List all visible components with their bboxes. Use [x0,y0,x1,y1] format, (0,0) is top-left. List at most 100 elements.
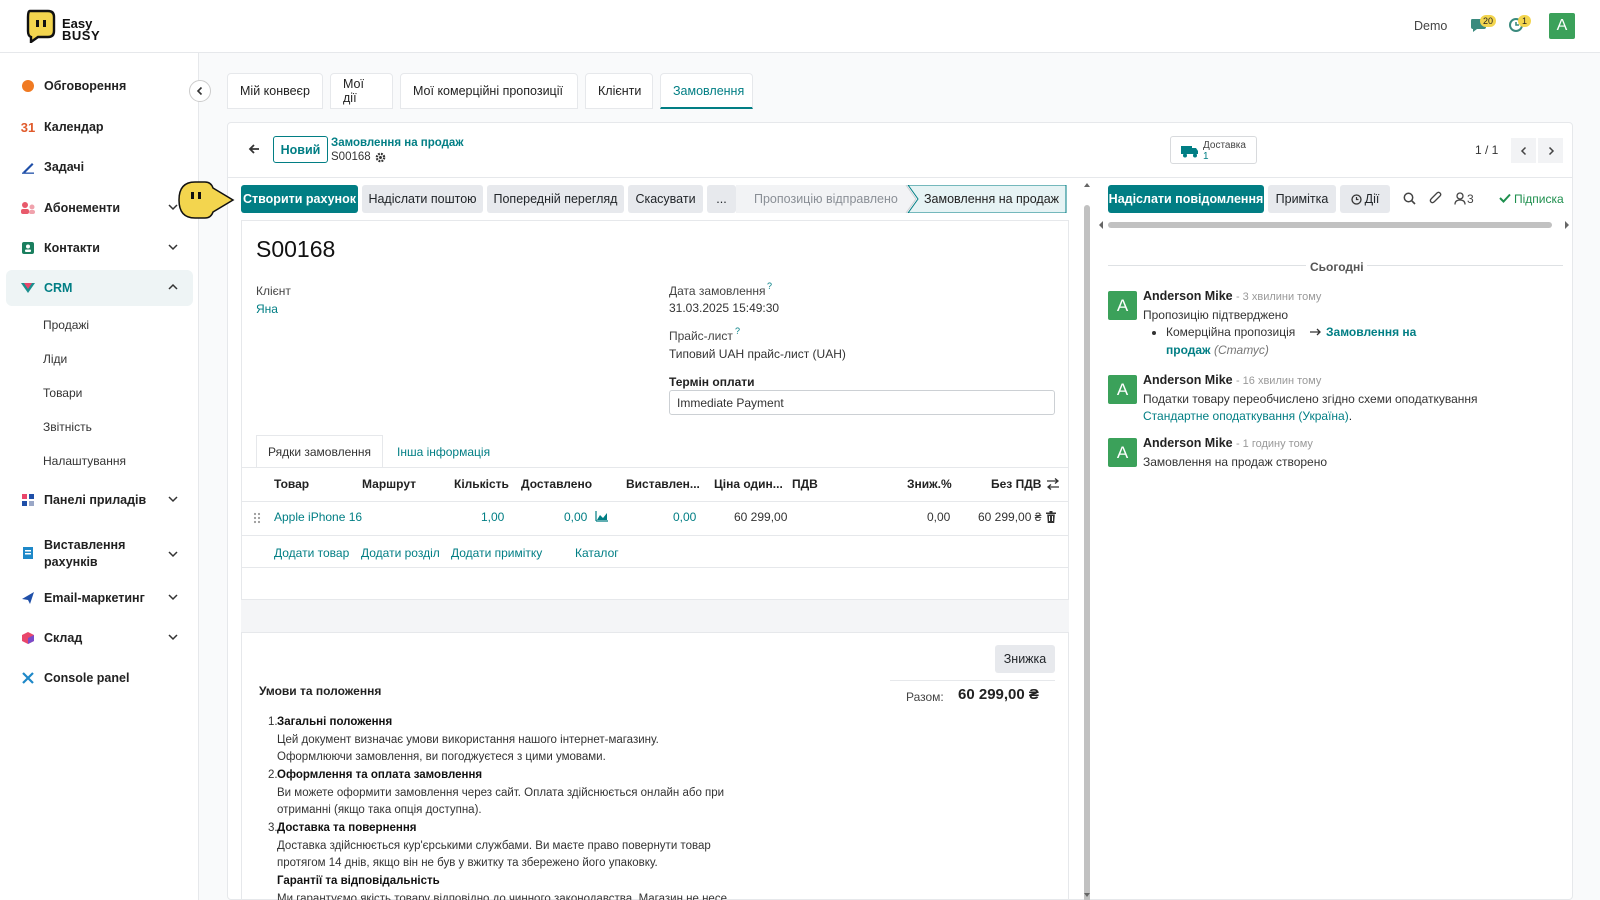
add-note-link[interactable]: Додати примітку [451,546,542,560]
divider [241,632,1069,633]
cell-unit-price[interactable]: 60 299,00 [734,510,787,524]
col-invoiced[interactable]: Виставлен... [626,477,700,491]
message-author[interactable]: Anderson Mike [1143,289,1233,303]
sidebar-item-calendar[interactable]: 31 Календар [6,109,193,145]
sidebar-sub-leads[interactable]: Ліди [43,352,67,366]
easybusy-logo-icon[interactable] [26,9,56,43]
tab-other-info[interactable]: Інша інформація [397,445,490,459]
sidebar-item-subscriptions[interactable]: Абонементи [6,190,193,226]
send-message-button[interactable]: Надіслати повідомлення [1108,185,1264,213]
tab-my-quotations[interactable]: Мої комерційні пропозиції [400,73,578,109]
sidebar-sub-reporting[interactable]: Звітність [43,420,92,434]
sidebar-item-console-panel[interactable]: Console panel [6,660,193,696]
log-note-button[interactable]: Примітка [1268,185,1336,213]
form-scrollbar[interactable] [1083,181,1091,900]
arrow-right-icon [1310,328,1322,336]
search-icon[interactable] [1403,192,1416,205]
followers-icon[interactable] [1454,192,1466,205]
breadcrumb-parent[interactable]: Замовлення на продаж [331,137,463,149]
cell-delivered[interactable]: 0,00 [564,510,587,524]
tab-customers[interactable]: Клієнти [585,73,653,109]
col-discount[interactable]: Зниж.% [907,477,952,491]
tab-my-pipeline[interactable]: Мій конвеєр [227,73,323,109]
new-button[interactable]: Новий [273,136,328,163]
status-stage-quotation-sent[interactable]: Пропозицію відправлено [754,192,898,206]
sidebar-item-discussions[interactable]: Обговорення [6,68,193,104]
scrollbar-thumb[interactable] [1084,205,1090,900]
col-vat[interactable]: ПДВ [792,477,818,491]
tracking-new-value: Замовлення на [1326,325,1417,339]
user-avatar[interactable]: A [1549,13,1575,39]
sidebar-sub-settings[interactable]: Налаштування [43,454,126,468]
cell-product[interactable]: Apple iPhone 16 [274,510,362,524]
sidebar-sub-products[interactable]: Товари [43,386,82,400]
sidebar-sub-sales[interactable]: Продажі [43,318,89,332]
message-header: Anderson Mike - 3 хвилини тому [1143,289,1321,303]
fiscal-position-link[interactable]: Стандартне оподаткування (Україна) [1143,409,1349,423]
cancel-button[interactable]: Скасувати [628,185,703,213]
sidebar-item-tasks[interactable]: Задачі [6,149,193,185]
col-product[interactable]: Товар [274,477,309,491]
pricelist-value[interactable]: Типовий UAH прайс-лист (UAH) [669,347,846,361]
sidebar-item-dashboards[interactable]: Панелі приладів [6,482,193,518]
back-arrow-icon[interactable] [247,142,261,156]
cell-discount[interactable]: 0,00 [927,510,950,524]
preview-button[interactable]: Попередній перегляд [487,185,624,213]
sidebar-item-contacts[interactable]: Контакти [6,230,193,266]
subscribe-toggle[interactable]: Підписка [1514,192,1564,206]
client-value[interactable]: Яна [256,302,278,316]
create-invoice-button[interactable]: Створити рахунок [241,185,358,213]
sidebar-item-inventory[interactable]: Склад [6,620,193,656]
message-avatar[interactable]: A [1108,291,1137,320]
col-route[interactable]: Маршрут [362,477,416,491]
order-date-help-icon[interactable]: ? [767,281,772,291]
activities-button[interactable]: Дії [1340,185,1390,213]
add-product-link[interactable]: Додати товар [274,546,349,560]
message-author[interactable]: Anderson Mike [1143,436,1233,450]
sidebar-item-crm[interactable]: CRM [6,270,193,306]
totals-divider [890,680,1055,681]
terms-item-line: отриманні (якщо така опція доступна). [277,804,482,816]
gear-icon[interactable] [375,152,386,163]
delivery-smart-button[interactable]: Доставка 1 [1170,136,1257,164]
catalog-link[interactable]: Каталог [575,546,619,560]
chatter-horizontal-scrollbar[interactable] [1098,220,1572,229]
col-quantity[interactable]: Кількість [454,477,509,491]
payment-terms-input[interactable] [669,390,1055,415]
add-section-link[interactable]: Додати розділ [361,546,440,560]
tab-orders[interactable]: Замовлення [660,73,753,109]
paperclip-icon[interactable] [1429,191,1442,205]
trash-icon[interactable] [1046,511,1056,523]
cell-quantity[interactable]: 1,00 [481,510,504,524]
message-avatar[interactable]: A [1108,438,1137,467]
total-value: 60 299,00 ₴ [958,686,1039,703]
more-actions-button[interactable]: ... [707,185,736,213]
activities-badge: 1 [1518,15,1532,27]
tab-order-lines[interactable]: Рядки замовлення [256,435,383,468]
tab-my-activities[interactable]: Мої дії [330,73,393,109]
followers-count[interactable]: 3 [1467,192,1474,206]
status-stage-sales-order[interactable]: Замовлення на продаж [924,192,1059,206]
scrollbar-thumb[interactable] [1108,222,1552,228]
company-switcher[interactable]: Demo [1414,19,1447,33]
send-email-button[interactable]: Надіслати поштою [362,185,483,213]
sidebar-item-invoicing[interactable]: Виставлення рахунків [6,532,193,576]
message-body-line-2: Стандартне оподаткування (Україна). [1143,409,1352,423]
order-date-value[interactable]: 31.03.2025 15:49:30 [669,301,779,315]
pager-next-button[interactable] [1538,138,1563,163]
sidebar-item-label: Контакти [44,241,100,255]
optional-columns-icon[interactable] [1046,478,1060,490]
drag-handle-icon[interactable] [253,512,261,524]
pager-previous-button[interactable] [1511,138,1536,163]
col-subtotal[interactable]: Без ПДВ [991,477,1041,491]
message-avatar[interactable]: A [1108,375,1137,404]
pricelist-help-icon[interactable]: ? [735,326,740,336]
col-delivered[interactable]: Доставлено [521,477,592,491]
terms-item-number: 3. [268,822,278,834]
discount-button[interactable]: Знижка [995,645,1055,673]
sidebar-item-email-marketing[interactable]: Email-маркетинг [6,580,193,616]
message-author[interactable]: Anderson Mike [1143,373,1233,387]
col-unit-price[interactable]: Ціна один... [714,477,783,491]
cell-invoiced[interactable]: 0,00 [673,510,696,524]
forecast-chart-icon[interactable] [595,510,609,522]
